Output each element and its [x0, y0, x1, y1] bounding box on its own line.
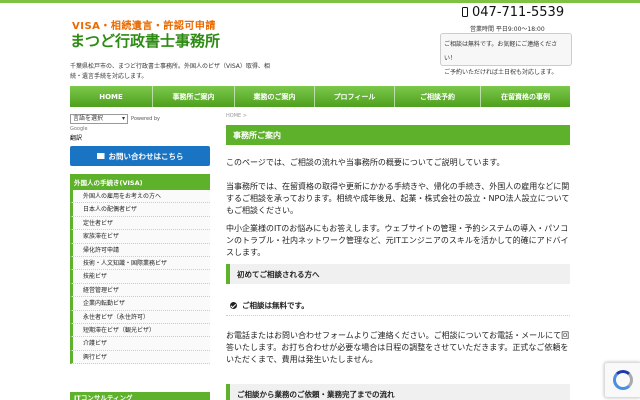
business-hours: 営業時間 平日9:00～18:00: [470, 26, 545, 33]
contact-line-free: ご相談は無料です。お気軽にご連絡ください！: [444, 41, 558, 62]
visa-menu-item[interactable]: 永住者ビザ（永住許可）: [70, 310, 210, 324]
nav-office[interactable]: 事務所ご案内: [152, 86, 234, 107]
it-support-description: 中小企業様のITのお悩みにもお答えします。ウェブサイトの管理・予約システムの導入…: [226, 224, 569, 257]
check-circle-icon: [230, 302, 237, 309]
it-menu-header[interactable]: ITコンサルティング: [70, 392, 210, 400]
site-logo[interactable]: まつど行政書士事務所: [70, 30, 220, 51]
visa-menu-item[interactable]: 経営管理ビザ: [70, 283, 210, 298]
nav-reservation[interactable]: ご相談予約: [394, 86, 480, 107]
breadcrumb[interactable]: HOME >: [226, 113, 247, 119]
nav-services[interactable]: 業務のご案内: [234, 86, 314, 107]
google-label: Google: [70, 126, 88, 132]
mail-icon: [96, 153, 105, 159]
visa-menu-item[interactable]: 企業内転勤ビザ: [70, 297, 210, 311]
translate-link[interactable]: 翻訳: [70, 133, 82, 142]
office-description: 当事務所では、在留資格の取得や更新にかかる手続きや、帰化の手続き、外国人の雇用な…: [226, 182, 570, 215]
top-accent-bar: [0, 0, 640, 3]
nav-cases[interactable]: 在留資格の事例: [480, 86, 570, 107]
visa-menu-item[interactable]: 技術・人文知識・国際業務ビザ: [70, 256, 210, 271]
visa-menu-item[interactable]: 外国人の雇用をお考えの方へ: [70, 190, 210, 204]
site-tagline: 千葉県松戸市の、まつど行政書士事務所。外国人のビザ（VISA）取得、相続・遺言手…: [70, 63, 270, 80]
contact-line-reservation: ご予約いただければ土日祝も対応します。: [444, 69, 558, 76]
visa-menu-item[interactable]: 帰化許可申請: [70, 243, 210, 257]
nav-profile[interactable]: プロフィール: [314, 86, 394, 107]
visa-menu-item[interactable]: 介護ビザ: [70, 337, 210, 351]
visa-menu-item[interactable]: 定住者ビザ: [70, 216, 210, 231]
visa-menu-list: 外国人の雇用をお考えの方へ 日本人の配偶者ビザ 定住者ビザ 家族滞在ビザ 帰化許…: [70, 190, 210, 365]
visa-menu-item[interactable]: 技能ビザ: [70, 270, 210, 284]
free-consultation-label: ご相談は無料です。: [242, 301, 309, 310]
visa-menu-item[interactable]: 家族滞在ビザ: [70, 230, 210, 244]
visa-menu-item[interactable]: 日本人の配偶者ビザ: [70, 203, 210, 217]
section-heading-first-time: 初めてご相談される方へ: [226, 264, 570, 284]
phone-icon: [462, 7, 468, 17]
global-nav: HOME 事務所ご案内 業務のご案内 プロフィール ご相談予約 在留資格の事例: [70, 86, 570, 107]
nav-home[interactable]: HOME: [70, 86, 152, 107]
free-consultation-item: ご相談は無料です。: [226, 296, 570, 316]
powered-by-label: Powered by: [131, 116, 160, 122]
phone-number[interactable]: 047-711-5539: [462, 5, 564, 20]
language-select[interactable]: 言語を選択: [70, 114, 128, 124]
recaptcha-icon: [613, 370, 633, 390]
inquiry-button[interactable]: お問い合わせはこちら: [70, 146, 210, 166]
section-heading-flow: ご相談から業務のご依頼・業務完了までの流れ: [226, 384, 570, 400]
phone-number-text: 047-711-5539: [472, 5, 565, 20]
inquiry-button-label: お問い合わせはこちら: [108, 151, 184, 161]
visa-menu-header: 外国人の手続き(VISA): [70, 174, 210, 190]
intro-paragraph: このページでは、ご相談の流れや当事務所の概要についてご説明しています。: [226, 158, 505, 167]
page-title: 事務所ご案内: [226, 125, 570, 145]
recaptcha-badge[interactable]: [604, 362, 640, 398]
visa-menu-item[interactable]: 興行ビザ: [70, 350, 210, 365]
contact-instructions: お電話またはお問い合わせフォームよりご連絡ください。ご相談についてお電話・メール…: [226, 331, 570, 364]
contact-info-box: ご相談は無料です。お気軽にご連絡ください！ ご予約いただければ土日祝も対応します…: [440, 33, 572, 76]
visa-menu-item[interactable]: 短期滞在ビザ（観光ビザ）: [70, 323, 210, 338]
